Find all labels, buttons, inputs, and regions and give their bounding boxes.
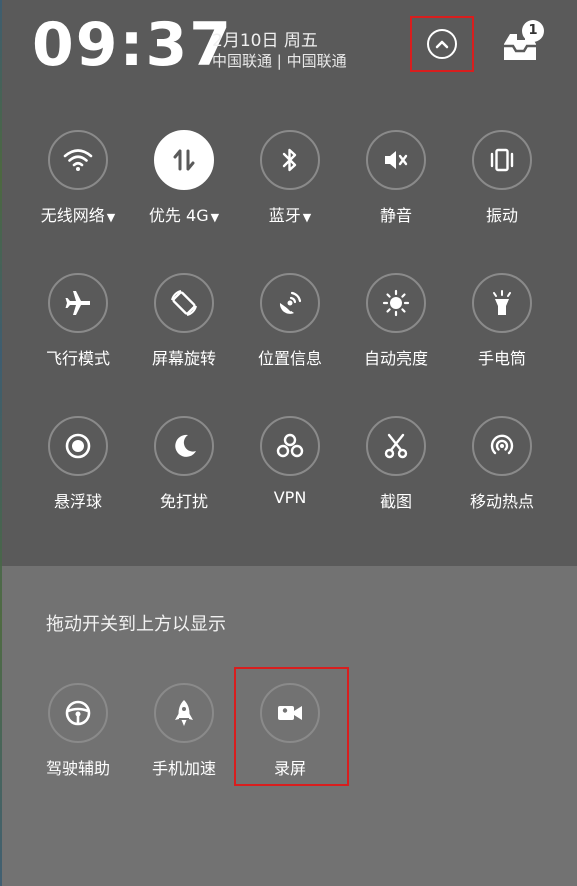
tile-vibrate[interactable]: 振动 [449,130,555,226]
tile-label: 手机加速 [151,759,216,778]
chevron-up-icon [435,40,449,49]
date-text: 2月10日 周五 [212,31,318,51]
tile-label: 静音 [379,206,412,225]
flashlight-icon [493,290,511,315]
wifi-toggle[interactable] [48,130,108,190]
tile-label: 移动热点 [469,492,534,511]
notification-button[interactable]: 1 [500,20,544,62]
location-icon [279,291,302,314]
tile-brightness[interactable]: 自动亮度 [343,273,449,369]
tile-label: 振动 [485,206,518,225]
tile-label: 优先 4G [148,206,209,225]
mute-icon [385,151,408,169]
tile-bluetooth[interactable]: 蓝牙 ▼ [237,130,343,226]
scissors-icon [384,433,408,459]
tile-do-not-disturb[interactable]: 免打扰 [131,416,237,512]
left-edge [0,0,2,886]
tile-location[interactable]: 位置信息 [237,273,343,369]
tile-label: 无线网络 [40,206,105,225]
wifi-icon [63,149,93,171]
flashlight-toggle[interactable] [472,273,532,333]
tile-wifi[interactable]: 无线网络 ▼ [25,130,131,226]
collapse-button[interactable] [427,29,457,59]
tile-label: 手电筒 [477,349,526,368]
tile-label: 悬浮球 [53,492,102,511]
tile-label: 屏幕旋转 [151,349,216,368]
notification-count-badge: 1 [522,20,544,42]
driving-assist-toggle[interactable] [48,683,108,743]
bluetooth-icon [282,148,297,172]
airplane-toggle[interactable] [48,273,108,333]
screen-record-highlight [234,667,349,786]
screenshot-toggle[interactable] [366,416,426,476]
dropdown-caret-icon: ▼ [210,211,220,224]
tile-label: 蓝牙 [268,206,301,225]
collapse-highlight [410,16,474,72]
data-transfer-icon [173,149,195,171]
tile-label: 驾驶辅助 [45,759,110,778]
vibrate-icon [490,148,514,172]
tile-label: 截图 [379,492,412,511]
tile-hotspot[interactable]: 移动热点 [449,416,555,512]
do-not-disturb-toggle[interactable] [154,416,214,476]
tile-float-ball[interactable]: 悬浮球 [25,416,131,512]
tile-vpn[interactable]: VPN [237,416,343,507]
drag-hint-text: 拖动开关到上方以显示 [46,614,226,635]
tile-label: 自动亮度 [363,349,428,368]
tile-airplane[interactable]: 飞行模式 [25,273,131,369]
rocket-icon [175,700,193,726]
moon-icon [175,434,196,457]
brightness-icon [382,289,410,317]
carrier-text: 中国联通 | 中国联通 [212,52,347,70]
brightness-toggle[interactable] [366,273,426,333]
tile-flashlight[interactable]: 手电筒 [449,273,555,369]
tile-label: 免打扰 [159,492,208,511]
hotspot-toggle[interactable] [472,416,532,476]
mute-toggle[interactable] [366,130,426,190]
airplane-icon [65,291,90,315]
steering-wheel-icon [65,700,91,726]
tile-label: 位置信息 [257,349,322,368]
dropdown-caret-icon: ▼ [302,211,312,224]
tile-rotate[interactable]: 屏幕旋转 [131,273,237,369]
float-ball-icon [65,433,91,459]
data-toggle[interactable] [154,130,214,190]
vpn-toggle[interactable] [260,416,320,476]
rotate-screen-icon [171,290,197,316]
rotate-toggle[interactable] [154,273,214,333]
tile-label: VPN [273,488,307,507]
tile-screenshot[interactable]: 截图 [343,416,449,512]
tile-label: 飞行模式 [45,349,110,368]
phone-boost-toggle[interactable] [154,683,214,743]
location-toggle[interactable] [260,273,320,333]
hotspot-icon [490,434,514,455]
tile-data[interactable]: 优先 4G ▼ [131,130,237,226]
tile-phone-boost[interactable]: 手机加速 [131,683,237,779]
float-ball-toggle[interactable] [48,416,108,476]
clock: 09:37 [32,10,233,80]
dropdown-caret-icon: ▼ [106,211,116,224]
tile-mute[interactable]: 静音 [343,130,449,226]
tile-driving-assist[interactable]: 驾驶辅助 [25,683,131,779]
bluetooth-toggle[interactable] [260,130,320,190]
vibrate-toggle[interactable] [472,130,532,190]
vpn-icon [276,433,304,458]
